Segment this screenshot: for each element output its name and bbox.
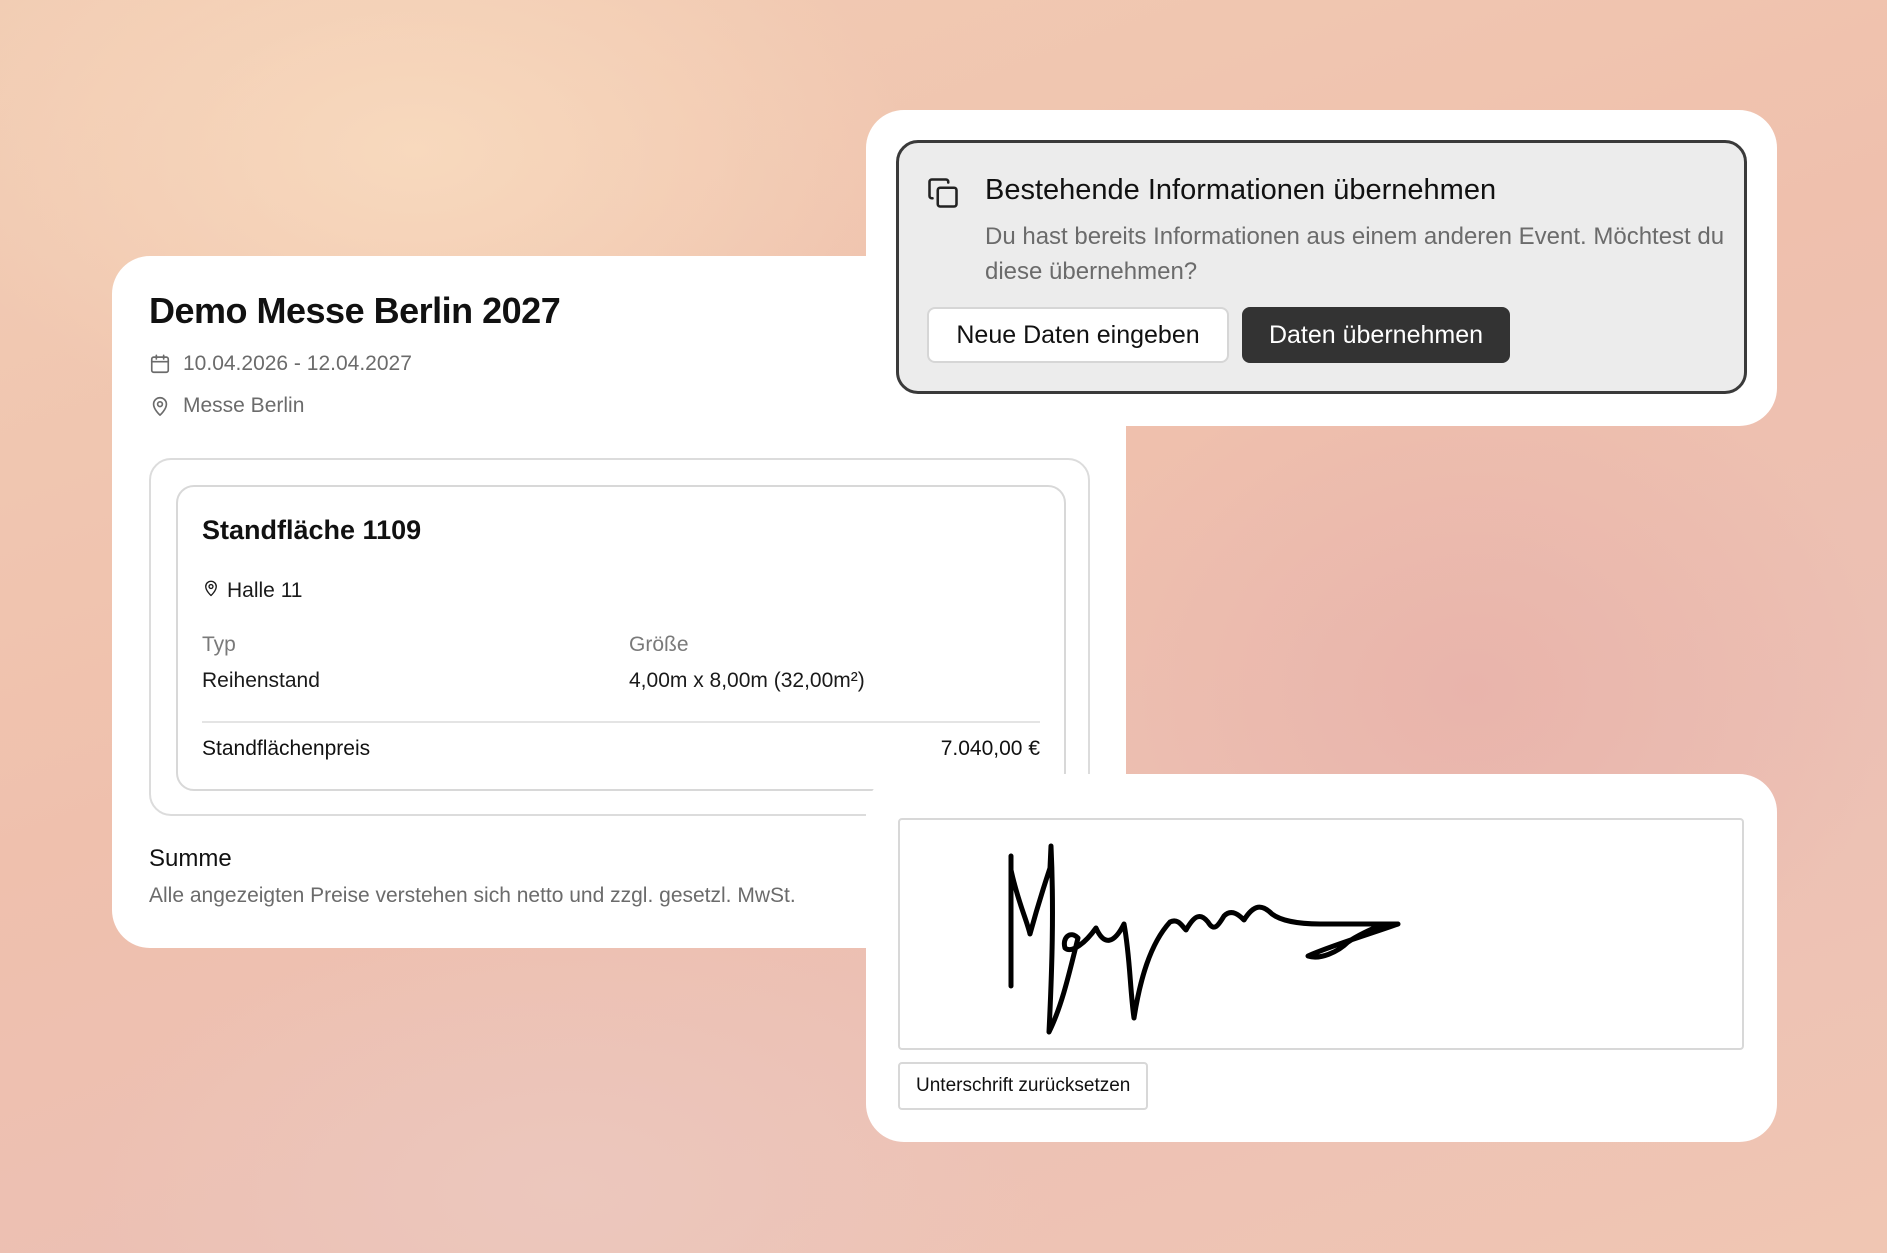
stand-type-value: Reihenstand <box>202 669 320 692</box>
import-dialog-title: Bestehende Informationen übernehmen <box>985 174 1497 206</box>
stand-divider <box>202 721 1040 723</box>
signature-card: Unterschrift zurücksetzen <box>866 774 1777 1142</box>
import-dialog-card: Bestehende Informationen übernehmen Du h… <box>866 110 1777 426</box>
calendar-icon <box>149 353 171 375</box>
stand-hall-row: Halle 11 <box>202 579 303 603</box>
summary-note: Alle angezeigten Preise verstehen sich n… <box>149 884 796 907</box>
event-location-row: Messe Berlin <box>149 394 304 418</box>
signature-stroke <box>1008 843 1401 1035</box>
booking-frame: Standfläche 1109 Halle 11 Typ Reihenstan… <box>149 458 1090 816</box>
copy-icon <box>925 175 961 216</box>
event-date-range: 10.04.2026 - 12.04.2027 <box>183 352 412 375</box>
reset-signature-button[interactable]: Unterschrift zurücksetzen <box>898 1062 1149 1110</box>
map-pin-icon <box>202 579 220 603</box>
signature-pad[interactable] <box>898 818 1744 1050</box>
new-data-button[interactable]: Neue Daten eingeben <box>927 307 1229 363</box>
stand-price-value: 7.040,00 € <box>940 737 1040 760</box>
event-date-row: 10.04.2026 - 12.04.2027 <box>149 352 412 376</box>
stand-size-label: Größe <box>629 633 689 656</box>
stand-size-value: 4,00m x 8,00m (32,00m²) <box>629 669 865 692</box>
stand-hall: Halle 11 <box>227 579 303 602</box>
import-dialog-description: Du hast bereits Informationen aus einem … <box>985 223 1725 285</box>
stand-price-label: Standflächenpreis <box>202 737 371 760</box>
import-dialog: Bestehende Informationen übernehmen Du h… <box>896 140 1747 394</box>
event-venue: Messe Berlin <box>183 394 305 417</box>
summary-title: Summe <box>149 845 232 872</box>
map-pin-icon <box>149 395 171 417</box>
stand-type-label: Typ <box>202 633 236 656</box>
accept-data-button[interactable]: Daten übernehmen <box>1242 307 1510 363</box>
event-title: Demo Messe Berlin 2027 <box>149 290 561 331</box>
stand-card: Standfläche 1109 Halle 11 Typ Reihenstan… <box>176 485 1066 791</box>
stand-title: Standfläche 1109 <box>202 515 422 545</box>
